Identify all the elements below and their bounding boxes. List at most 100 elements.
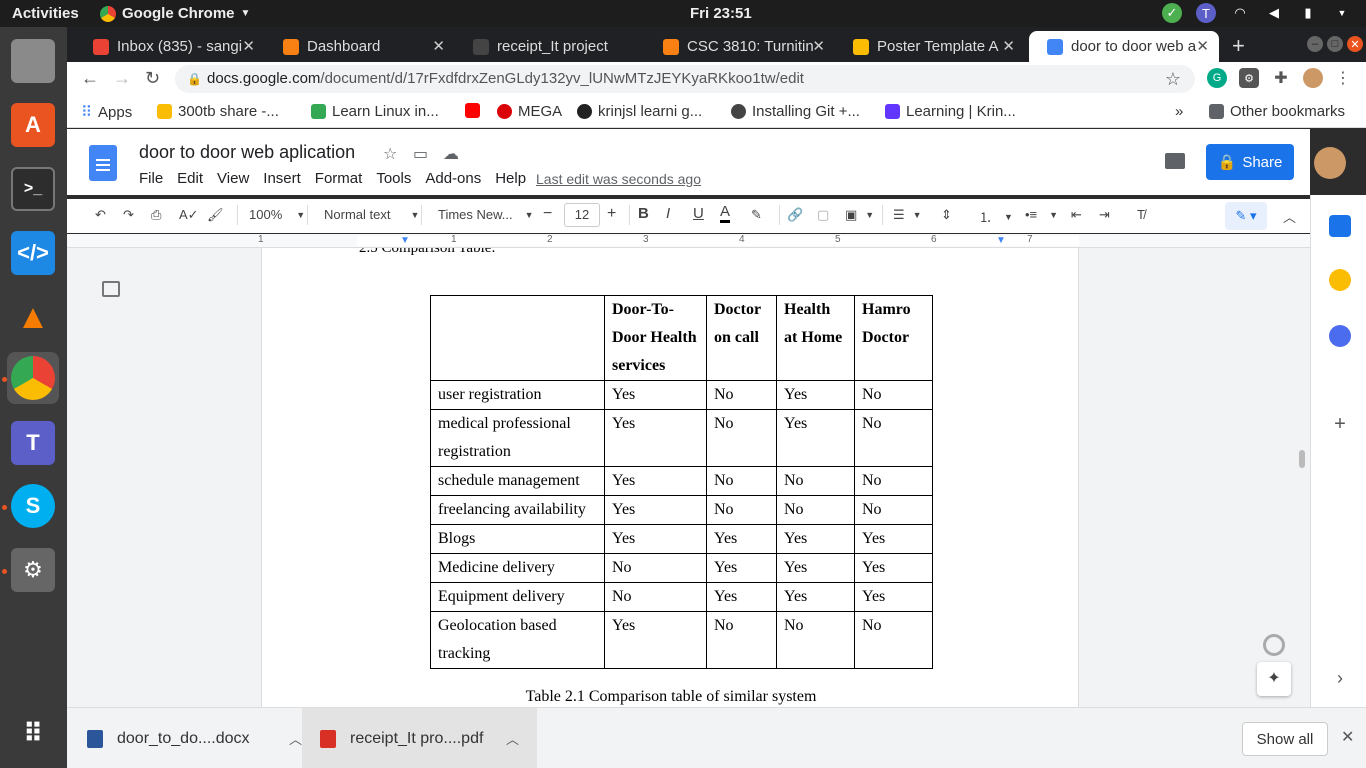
increase-indent-icon[interactable]: ⇥ [1099,207,1110,223]
tab-poster[interactable]: Poster Template A ✕ [835,31,1025,62]
menu-view[interactable]: View [217,170,249,187]
bookmark-mega[interactable]: MEGA [497,103,562,120]
calendar-icon[interactable] [1329,215,1351,237]
forward-arrow-icon[interactable]: → [113,68,131,89]
download-item-docx[interactable]: door_to_do....docx ︿ [87,708,302,768]
new-tab-button[interactable]: + [1232,33,1245,59]
menu-addons[interactable]: Add-ons [425,170,481,187]
app-menu[interactable]: Google Chrome ▼ [100,5,250,22]
document-canvas[interactable]: 2.5 Comparison Table: Door-To-Door Healt… [67,248,1310,707]
menu-insert[interactable]: Insert [263,170,301,187]
close-icon[interactable]: ✕ [432,37,445,55]
paint-format-icon[interactable]: 🖌 [207,207,224,223]
maximize-button[interactable]: □ [1327,36,1343,52]
underline-icon[interactable]: U [693,205,704,222]
tab-gmail[interactable]: Inbox (835) - sangi ✕ [75,31,265,62]
robot-extension-icon[interactable]: ⚙ [1239,68,1259,88]
document-title[interactable]: door to door web aplication [139,142,355,163]
tab-csc3810[interactable]: CSC 3810: Turnitin ✕ [645,31,835,62]
profile-avatar[interactable] [1303,68,1323,88]
collapse-menus-icon[interactable]: ︿ [1283,207,1296,226]
dock-settings[interactable]: ⚙ [7,544,59,596]
bookmarks-overflow[interactable]: » [1175,103,1183,120]
dock-teams[interactable]: T [7,417,59,469]
keep-icon[interactable] [1329,269,1351,291]
undo-icon[interactable]: ↶ [95,207,106,223]
decrease-font-size-button[interactable]: − [543,205,552,223]
activities-button[interactable]: Activities [12,5,79,22]
print-icon[interactable]: ⎙ [151,207,161,223]
cloud-status-icon[interactable]: ☁ [443,144,459,164]
dock-terminal[interactable]: >_ [7,163,59,215]
menu-file[interactable]: File [139,170,163,187]
dock-chrome[interactable] [7,352,59,404]
bulleted-list-icon[interactable]: •≡ ▼ [1025,207,1058,222]
menu-help[interactable]: Help [495,170,526,187]
insert-image-icon[interactable]: ▣ ▼ [845,207,874,223]
tab-door-to-door[interactable]: door to door web a ✕ [1029,31,1219,62]
reload-icon[interactable]: ↻ [145,68,160,89]
document-outline-icon[interactable] [102,281,120,297]
line-spacing-icon[interactable]: ⇕ [941,207,952,223]
zoom-select[interactable]: 100% ▼ [249,207,305,222]
redo-icon[interactable]: ↷ [123,207,134,223]
minimize-button[interactable]: – [1307,36,1323,52]
address-bar[interactable]: 🔒 docs.google.com/document/d/17rFxdfdrxZ… [175,65,1195,93]
kebab-menu-icon[interactable]: ⋮ [1333,68,1353,88]
grammarly-float-icon[interactable] [1263,634,1285,656]
window-close-button[interactable]: ✕ [1347,36,1363,52]
move-folder-icon[interactable]: ▭ [413,144,428,164]
tasks-icon[interactable] [1329,325,1351,347]
last-edit-status[interactable]: Last edit was seconds ago [536,171,701,187]
link-icon[interactable]: 🔗 [787,207,803,223]
dock-vlc[interactable]: ▲ [7,291,59,343]
close-icon[interactable]: ✕ [812,37,825,55]
clear-formatting-icon[interactable]: T̸ [1137,207,1145,222]
align-left-icon[interactable]: ☰ ▼ [893,207,922,223]
chevron-up-icon[interactable]: ︿ [506,729,519,748]
chevron-down-icon[interactable]: ▼ [1332,3,1352,23]
menu-format[interactable]: Format [315,170,363,187]
chevron-right-icon[interactable]: › [1329,667,1351,689]
numbered-list-icon[interactable]: ⒈ ▼ [979,207,1013,226]
right-indent-marker[interactable]: ▼ [996,235,1006,246]
chevron-up-icon[interactable]: ︿ [289,729,302,748]
bookmark-github[interactable]: krinjsl learni g... [577,103,702,120]
increase-font-size-button[interactable]: + [607,205,616,223]
spellcheck-icon[interactable]: A✓ [179,207,199,223]
menu-tools[interactable]: Tools [376,170,411,187]
back-arrow-icon[interactable]: ← [81,68,99,89]
menu-edit[interactable]: Edit [177,170,203,187]
bold-icon[interactable]: B [638,205,649,222]
explore-button[interactable]: ✦ [1257,662,1291,696]
wifi-icon[interactable]: ◠ [1230,3,1250,23]
battery-icon[interactable]: ▮ [1298,3,1318,23]
bookmark-learning-krin[interactable]: Learning | Krin... [885,103,1016,120]
font-family-select[interactable]: Times New... ▼ [438,207,534,222]
download-item-pdf[interactable]: receipt_It pro....pdf ︿ [302,708,537,768]
close-icon[interactable]: ✕ [1002,37,1015,55]
dock-vscode[interactable]: </> [7,227,59,279]
show-all-button[interactable]: Show all [1242,722,1328,756]
plus-icon[interactable]: + [1329,413,1351,435]
paragraph-style-select[interactable]: Normal text ▼ [324,207,419,222]
star-icon[interactable]: ☆ [1165,65,1181,93]
teams-tray-icon[interactable]: T [1196,3,1216,23]
decrease-indent-icon[interactable]: ⇤ [1071,207,1082,223]
bookmark-youtube[interactable] [465,103,480,118]
scrollbar-thumb[interactable] [1299,450,1305,468]
update-icon[interactable]: ✓ [1162,3,1182,23]
tab-dashboard[interactable]: Dashboard ✕ [265,31,455,62]
grammarly-beta-icon[interactable]: G [1207,68,1227,88]
show-applications-button[interactable]: ⠿ [7,707,59,759]
italic-icon[interactable]: I [666,205,670,222]
text-color-icon[interactable]: A [720,203,731,223]
dock-skype[interactable]: S [7,480,59,532]
close-icon[interactable]: ✕ [242,37,255,55]
share-button[interactable]: 🔒 Share [1206,144,1294,180]
bookmark-installing-git[interactable]: Installing Git +... [731,103,860,120]
close-icon[interactable]: ✕ [1196,37,1209,55]
left-indent-marker[interactable]: ▼ [400,235,410,246]
editing-mode-button[interactable]: ✎ ▾ [1225,202,1267,230]
bookmark-learn-linux[interactable]: Learn Linux in... [311,103,439,120]
